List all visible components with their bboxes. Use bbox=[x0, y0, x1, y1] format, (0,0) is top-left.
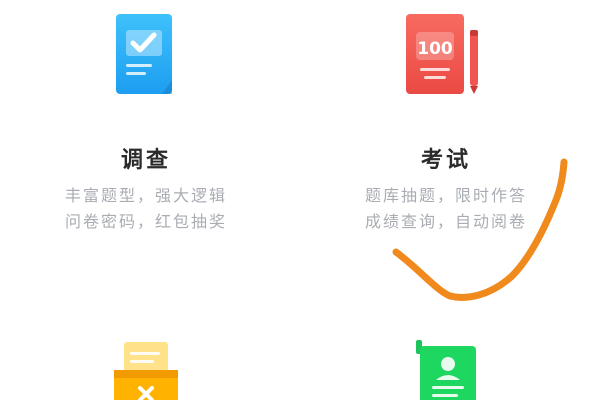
exam-title: 考试 bbox=[420, 148, 471, 173]
vote-box-icon bbox=[106, 338, 186, 400]
exam-card[interactable]: 100 考试 题库抽题，限时作答 成绩查询，自动阅卷 bbox=[316, 0, 576, 300]
survey-card[interactable]: 调查 丰富题型，强大逻辑 问卷密码，红包抽奖 bbox=[16, 0, 276, 300]
exam-score-icon: 100 bbox=[396, 10, 496, 104]
exam-score-text: 100 bbox=[417, 39, 453, 59]
survey-title: 调查 bbox=[120, 148, 171, 173]
exam-desc-line1: 题库抽题，限时作答 bbox=[364, 186, 527, 205]
survey-desc-line1: 丰富题型，强大逻辑 bbox=[64, 186, 227, 205]
survey-desc-line2: 问卷密码，红包抽奖 bbox=[64, 212, 227, 231]
form-card[interactable] bbox=[316, 330, 576, 400]
app-selection-page: 调查 丰富题型，强大逻辑 问卷密码，红包抽奖 100 考试 题库抽题，限时作答 … bbox=[0, 0, 600, 400]
survey-check-icon bbox=[106, 10, 186, 104]
exam-desc-line2: 成绩查询，自动阅卷 bbox=[364, 212, 527, 231]
form-profile-icon bbox=[406, 338, 486, 400]
vote-card[interactable] bbox=[16, 330, 276, 400]
